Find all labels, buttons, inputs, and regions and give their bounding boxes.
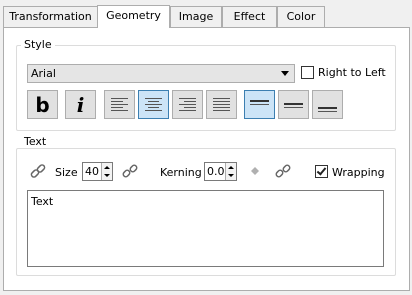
- diamond-icon: [251, 167, 259, 175]
- italic-icon: i: [76, 92, 85, 117]
- spin-down-icon[interactable]: [104, 174, 110, 177]
- font-combo-value: Arial: [31, 67, 56, 80]
- right-to-left-label: Right to Left: [318, 66, 386, 79]
- size-label: Size: [55, 166, 78, 179]
- kerning-spinbox[interactable]: 0.0: [204, 162, 237, 181]
- align-justify-button[interactable]: [206, 90, 237, 119]
- font-combo[interactable]: Arial: [27, 64, 295, 83]
- bold-button[interactable]: b: [27, 90, 58, 119]
- size-value: 40: [85, 165, 99, 178]
- tab-image[interactable]: Image: [170, 6, 222, 27]
- tab-effect[interactable]: Effect: [222, 6, 277, 27]
- text-group-title: Text: [21, 136, 50, 148]
- style-group-title: Style: [21, 39, 55, 51]
- valign-top-icon: [250, 95, 269, 114]
- bold-icon: b: [35, 92, 50, 117]
- tab-color[interactable]: Color: [277, 6, 325, 27]
- italic-button[interactable]: i: [65, 90, 96, 119]
- size-spin-buttons[interactable]: [101, 163, 112, 180]
- kerning-label: Kerning: [160, 166, 202, 179]
- kerning-spin-buttons[interactable]: [225, 163, 236, 180]
- align-left-icon: [111, 98, 128, 111]
- checkmark-icon: [316, 165, 327, 176]
- valign-middle-icon: [284, 95, 303, 114]
- align-right-icon: [179, 98, 196, 111]
- valign-middle-button[interactable]: [278, 90, 309, 119]
- valign-bottom-icon: [318, 95, 337, 114]
- wrapping-label: Wrapping: [332, 166, 385, 179]
- spin-down-icon[interactable]: [228, 174, 234, 177]
- spin-up-icon[interactable]: [228, 166, 234, 169]
- align-center-button[interactable]: [138, 90, 169, 119]
- right-to-left-checkbox[interactable]: [301, 66, 314, 79]
- valign-bottom-button[interactable]: [312, 90, 343, 119]
- size-spinbox[interactable]: 40: [82, 162, 113, 181]
- align-right-button[interactable]: [172, 90, 203, 119]
- text-input-value: Text: [31, 195, 54, 208]
- align-center-icon: [145, 98, 162, 111]
- text-input[interactable]: Text: [27, 190, 384, 267]
- spin-up-icon[interactable]: [104, 166, 110, 169]
- link-icon[interactable]: [29, 162, 47, 180]
- align-justify-icon: [213, 98, 230, 111]
- tab-geometry[interactable]: Geometry: [97, 5, 170, 28]
- tab-transformation[interactable]: Transformation: [3, 6, 98, 27]
- broken-link-icon[interactable]: [274, 162, 292, 180]
- align-left-button[interactable]: [104, 90, 135, 119]
- chevron-down-icon: [281, 71, 289, 76]
- kerning-value: 0.0: [207, 165, 225, 178]
- wrapping-checkbox[interactable]: [315, 165, 328, 178]
- valign-top-button[interactable]: [244, 90, 275, 119]
- broken-link-icon[interactable]: [121, 162, 139, 180]
